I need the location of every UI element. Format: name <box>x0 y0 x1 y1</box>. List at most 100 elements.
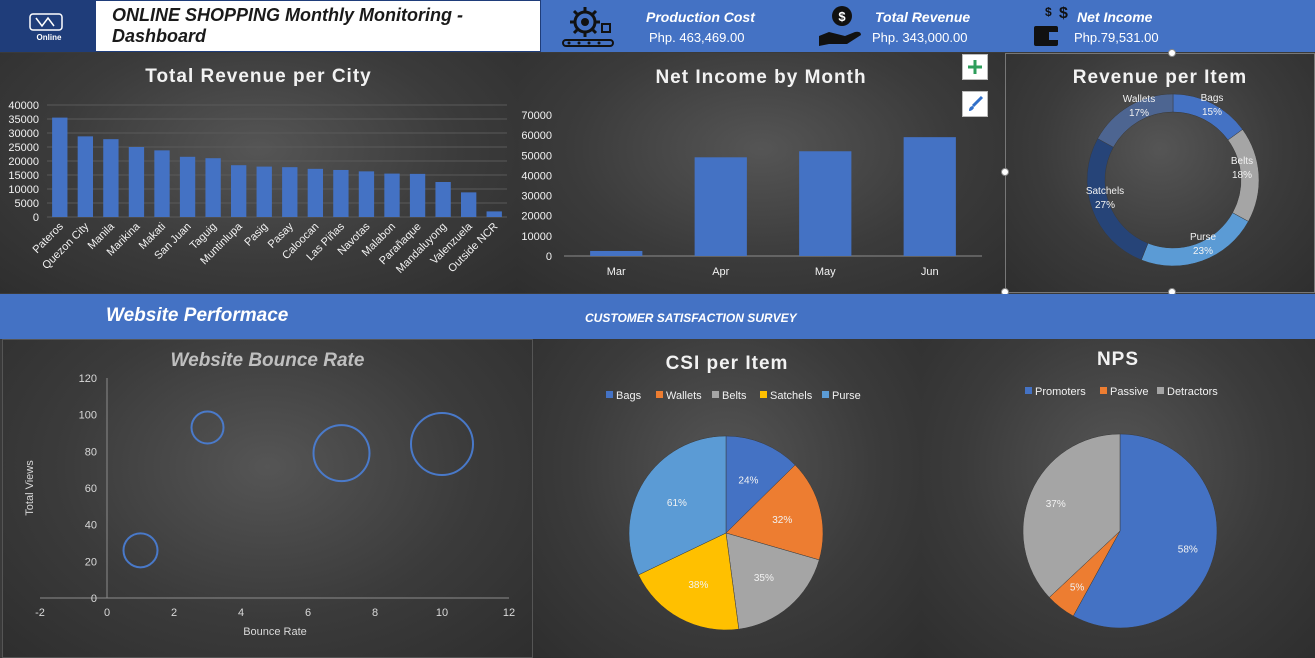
bar <box>358 171 375 217</box>
slice-label: Wallets <box>1123 94 1155 105</box>
net-income-by-month-panel[interactable]: Net Income by Month 0 10000 20000 30000 4000… <box>517 53 1005 293</box>
slice-percent: 23% <box>1193 246 1213 257</box>
kpi-value: Php. 463,469.00 <box>649 30 745 45</box>
bar <box>903 137 956 256</box>
y-tick-label: 30000 <box>521 191 552 203</box>
csi-per-item-chart: Bags Wallets Belts Satchels Purse 24% 32% 35% 38… <box>606 390 861 631</box>
y-tick-label: 35000 <box>8 114 39 126</box>
legend-swatch <box>712 391 719 398</box>
legend-label: Belts <box>722 390 747 402</box>
logo: Online <box>0 0 95 52</box>
net-income-by-month-chart: 0 10000 20000 30000 40000 50000 60000 70000 Mar A… <box>521 110 982 278</box>
csi-per-item-panel[interactable]: CSI per Item Bags Wallets Belts Satchels Pur… <box>533 339 921 658</box>
bar <box>384 173 400 217</box>
plus-icon <box>968 60 982 74</box>
slice-percent: 35% <box>754 573 774 584</box>
y-tick-label: 15000 <box>8 170 39 182</box>
kpi-label: Production Cost <box>646 9 755 25</box>
y-tick-label: 40000 <box>8 100 39 112</box>
revenue-per-item-panel[interactable]: Revenue per Item Bags 15% Belts 18% Purse 23%… <box>1005 53 1315 293</box>
bar <box>333 169 349 217</box>
hand-coin-icon: $ <box>819 6 861 46</box>
x-tick-label: Apr <box>712 266 729 278</box>
add-chart-element-button[interactable] <box>962 54 988 80</box>
x-tick-label: -2 <box>35 607 45 619</box>
y-tick-label: 40 <box>85 520 97 532</box>
dashboard-title: ONLINE SHOPPING Monthly Monitoring - Das… <box>112 5 463 46</box>
website-bounce-rate-panel[interactable]: Website Bounce Rate 0 20 40 60 80 100 120 -2 0 2 4… <box>2 339 533 658</box>
slice-percent: 32% <box>772 515 792 526</box>
x-tick-label: 12 <box>503 607 515 619</box>
legend-label: Bags <box>616 390 642 402</box>
slice-percent: 24% <box>738 476 758 487</box>
nps-panel[interactable]: NPS Promoters Passive Detractors 58% 5% 37% <box>921 339 1315 658</box>
bar <box>435 182 451 217</box>
bar <box>77 136 93 217</box>
cart-logo-icon: Online <box>29 13 63 42</box>
bar <box>154 150 170 217</box>
slice-percent: 18% <box>1232 170 1252 181</box>
legend-swatch <box>1025 387 1032 394</box>
slice-percent: 58% <box>1178 544 1198 555</box>
nps-chart: Promoters Passive Detractors 58% 5% 37% <box>1022 386 1218 629</box>
slice-percent: 15% <box>1202 107 1222 118</box>
slice-percent: 5% <box>1070 582 1085 593</box>
bar <box>231 165 247 217</box>
legend-label: Detractors <box>1167 386 1218 398</box>
x-tick-label: 0 <box>104 607 110 619</box>
bar <box>179 156 196 217</box>
bar <box>307 168 323 217</box>
x-tick-label: 2 <box>171 607 177 619</box>
kpi-value: Php.79,531.00 <box>1074 30 1159 45</box>
bubble <box>122 532 159 569</box>
slice-label: Satchels <box>1086 186 1124 197</box>
legend-swatch <box>656 391 663 398</box>
slice-percent: 37% <box>1046 499 1066 510</box>
bar <box>282 167 298 217</box>
legend-swatch <box>760 391 767 398</box>
slice-percent: 17% <box>1129 108 1149 119</box>
legend-swatch <box>1157 387 1164 394</box>
y-tick-label: 50000 <box>521 150 552 162</box>
legend-label: Purse <box>832 390 861 402</box>
resize-handle[interactable] <box>1001 168 1009 176</box>
bubble <box>312 424 371 483</box>
section-band: Website Performace CUSTOMER SATISFACTION… <box>0 294 1315 339</box>
revenue-per-city-chart: 0 5000 10000 15000 20000 25000 30000 35000 40000… <box>8 100 507 276</box>
bubble <box>190 410 225 445</box>
kpi-label: Net Income <box>1077 9 1153 25</box>
y-tick-label: 0 <box>546 251 552 263</box>
legend-swatch <box>822 391 829 398</box>
chart-styles-button[interactable] <box>962 91 988 117</box>
y-tick-label: 70000 <box>521 110 552 122</box>
legend-swatch <box>1100 387 1107 394</box>
svg-text:$: $ <box>1045 5 1052 19</box>
bar <box>128 147 145 217</box>
dashboard-title-box: ONLINE SHOPPING Monthly Monitoring - Das… <box>95 0 541 52</box>
kpi-total-revenue: $ Total Revenue Php. 343,000.00 <box>817 0 1017 52</box>
y-tick-label: 80 <box>85 446 97 458</box>
customer-survey-heading: CUSTOMER SATISFACTION SURVEY <box>585 311 797 325</box>
slice-percent: 27% <box>1095 200 1115 211</box>
y-tick-label: 5000 <box>15 198 39 210</box>
x-tick-label: 8 <box>372 607 378 619</box>
resize-handle[interactable] <box>1168 49 1176 57</box>
bar <box>486 211 502 217</box>
bounce-rate-chart: 0 20 40 60 80 100 120 -2 0 2 4 6 8 10 12 Bounce Rate Tot… <box>24 373 515 638</box>
y-tick-label: 10000 <box>521 231 552 243</box>
y-tick-label: 60000 <box>521 130 552 142</box>
y-tick-label: 20 <box>85 556 97 568</box>
wallet-dollar-icon: $ $ <box>1034 5 1068 46</box>
revenue-per-city-panel[interactable]: Total Revenue per City 0 5000 10000 15000 20… <box>0 53 517 293</box>
y-tick-label: 25000 <box>8 142 39 154</box>
y-tick-label: 10000 <box>8 184 39 196</box>
y-tick-label: 0 <box>91 593 97 605</box>
x-tick-label: Mar <box>607 266 626 278</box>
y-tick-label: 40000 <box>521 170 552 182</box>
legend-label: Promoters <box>1035 386 1086 398</box>
y-tick-label: 0 <box>33 212 39 224</box>
slice-label: Bags <box>1201 93 1224 104</box>
kpi-production-cost: Production Cost Php. 463,469.00 <box>559 0 789 52</box>
legend-label: Satchels <box>770 390 813 402</box>
x-tick-label: 4 <box>238 607 244 619</box>
